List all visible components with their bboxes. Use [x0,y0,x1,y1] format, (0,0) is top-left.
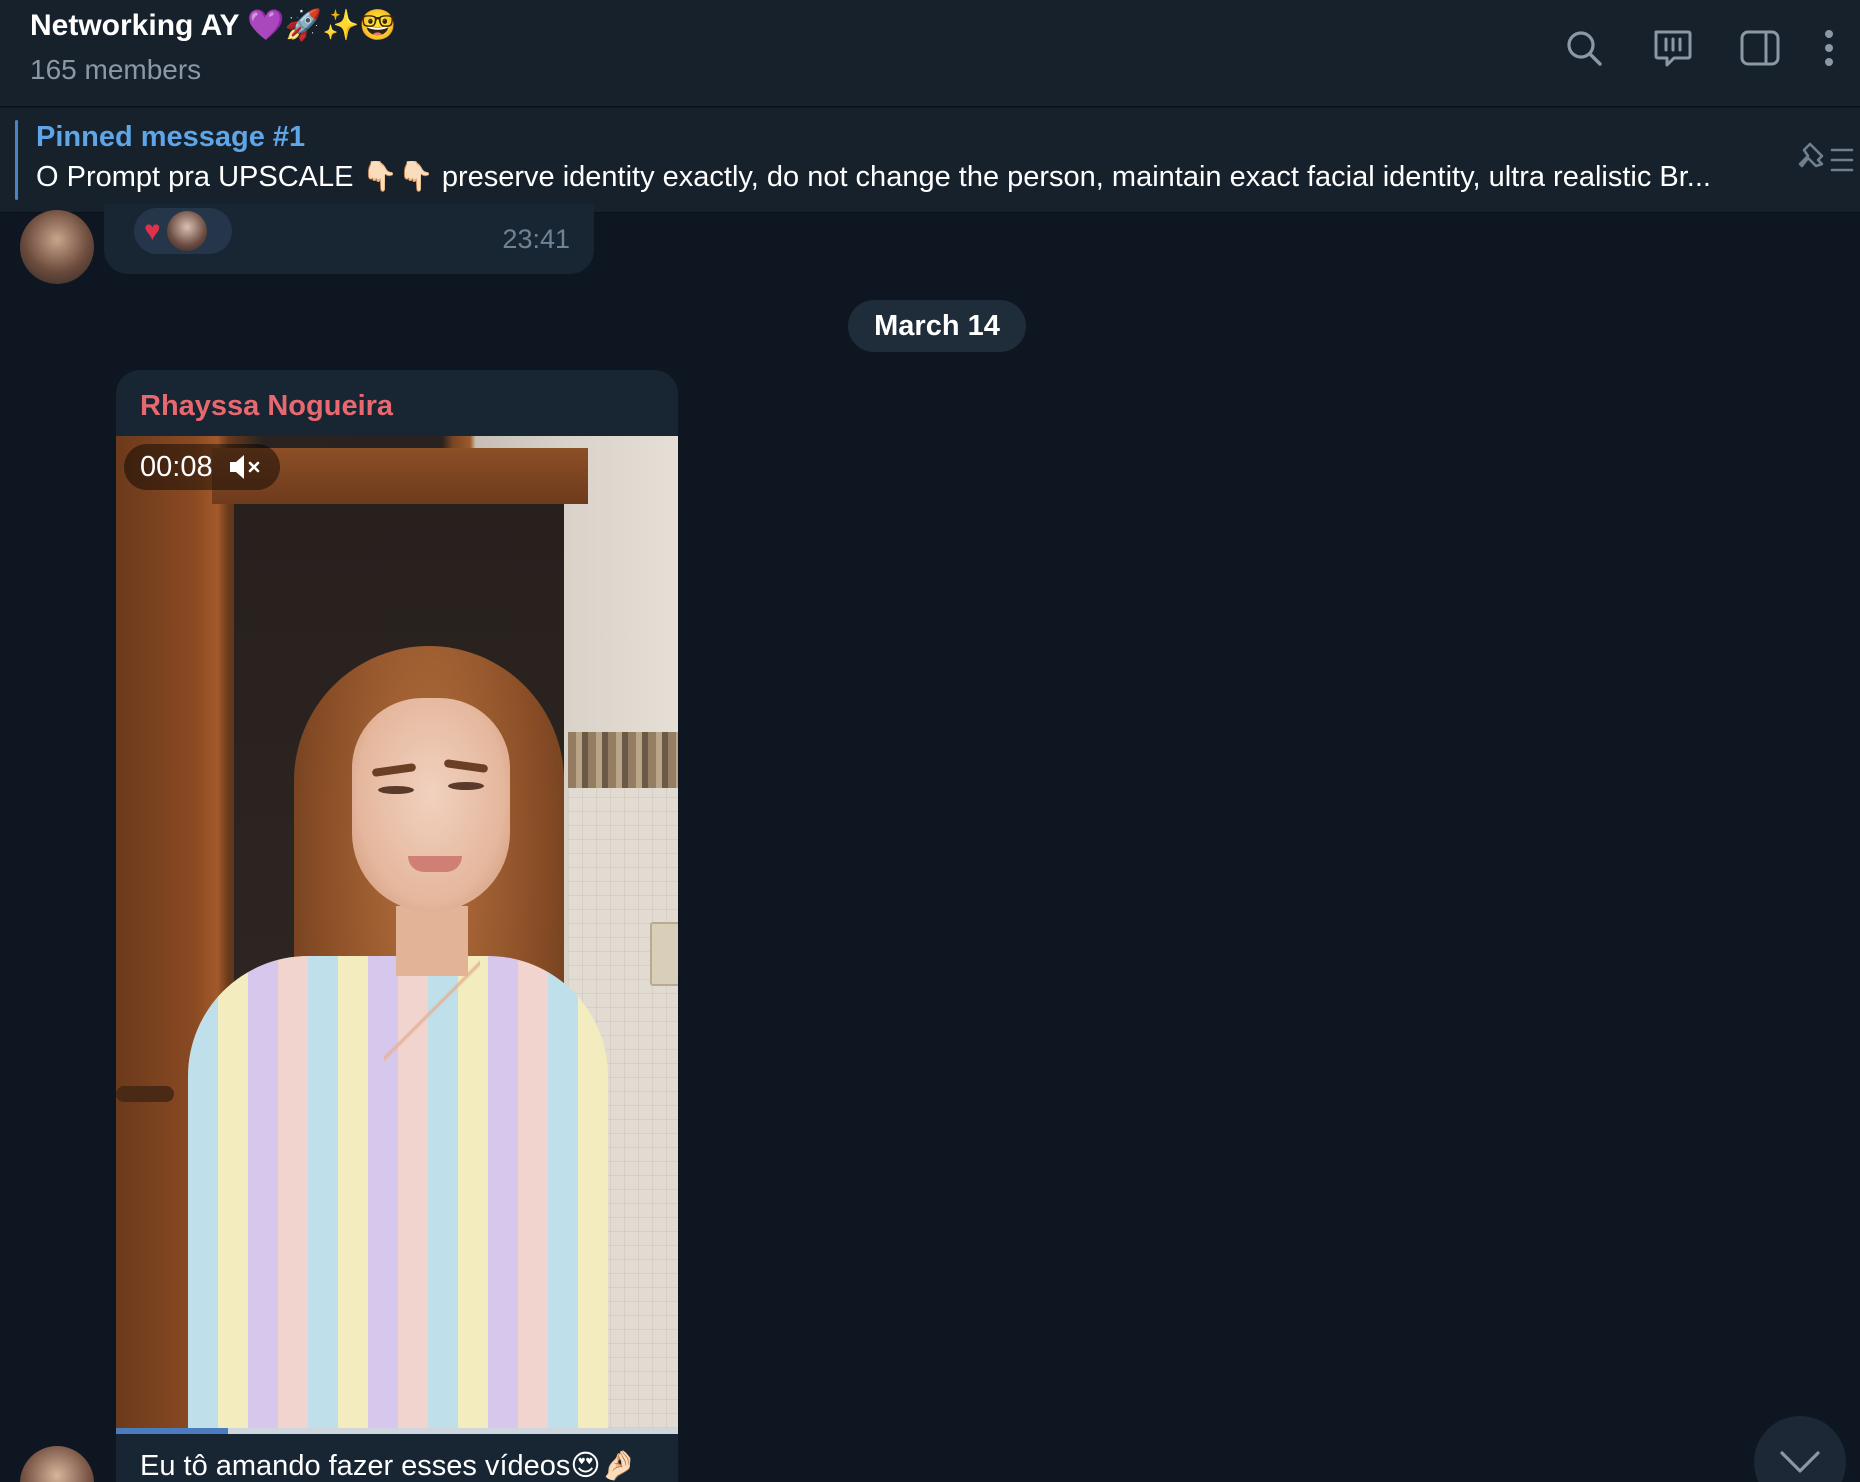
pinned-title: Pinned message #1 [36,121,306,153]
member-count: 165 members [30,54,202,85]
heart-icon: ♥ [144,215,161,246]
chat-header[interactable]: Networking AY 💜🚀✨🤓 165 members [0,0,1860,107]
video-progress-fill [116,1428,229,1434]
video-frame-detail [116,1086,174,1102]
topics-button[interactable] [1628,4,1716,92]
sender-name[interactable]: Rhayssa Nogueira [140,390,393,423]
search-icon [1567,31,1602,66]
message-caption: Eu tô amando fazer esses vídeos😍🤌🏻 [140,1450,637,1482]
chat-title[interactable]: Networking AY 💜🚀✨🤓 [30,8,397,43]
video-duration: 00:08 [140,450,213,483]
message-bubble[interactable]: ♥ 23:41 [104,204,594,274]
video-message-bubble[interactable]: Rhayssa Nogueira 00:08 Eu tô amando faze… [116,370,678,1482]
telegram-chat-window: Networking AY 💜🚀✨🤓 165 members Pinned me… [0,0,1860,1482]
scroll-to-bottom-button[interactable] [1754,1416,1846,1482]
search-button[interactable] [1540,4,1628,92]
topics-icon [1654,30,1692,67]
header-actions [1540,0,1860,96]
sidebar-icon [1740,30,1780,66]
video-duration-badge[interactable]: 00:08 [124,444,280,490]
video-frame-detail [448,782,484,790]
pinned-message-bar[interactable]: Pinned message #1 O Prompt pra UPSCALE 👇… [0,108,1860,213]
video-frame-detail [352,698,510,912]
reactor-avatar [166,211,207,251]
more-button[interactable] [1804,4,1854,92]
sidebar-toggle-button[interactable] [1716,4,1804,92]
message-time: 23:41 [502,224,570,254]
chevron-down-icon [1780,1451,1820,1473]
muted-speaker-icon[interactable] [227,452,263,482]
more-icon [1825,30,1833,66]
video-frame-detail [378,786,414,794]
video-frame-detail [650,922,678,986]
avatar[interactable] [20,1446,94,1482]
video-frame-detail [408,856,462,872]
avatar[interactable] [20,210,94,284]
video-frame-detail [384,956,480,1066]
message-list[interactable]: ♥ 23:41 March 14 Rhayssa Nogueira 00:08 … [0,204,1860,1482]
video-player[interactable]: 00:08 [116,436,678,1428]
pinned-text: O Prompt pra UPSCALE 👇🏻👇🏻 preserve ident… [36,161,1711,193]
pinned-indicator [15,120,18,200]
pinned-list-icon[interactable] [1794,138,1856,182]
reaction-chip[interactable]: ♥ [134,208,232,254]
video-progress-track[interactable] [116,1428,678,1434]
video-frame-detail [568,732,678,788]
date-separator: March 14 [848,300,1026,352]
